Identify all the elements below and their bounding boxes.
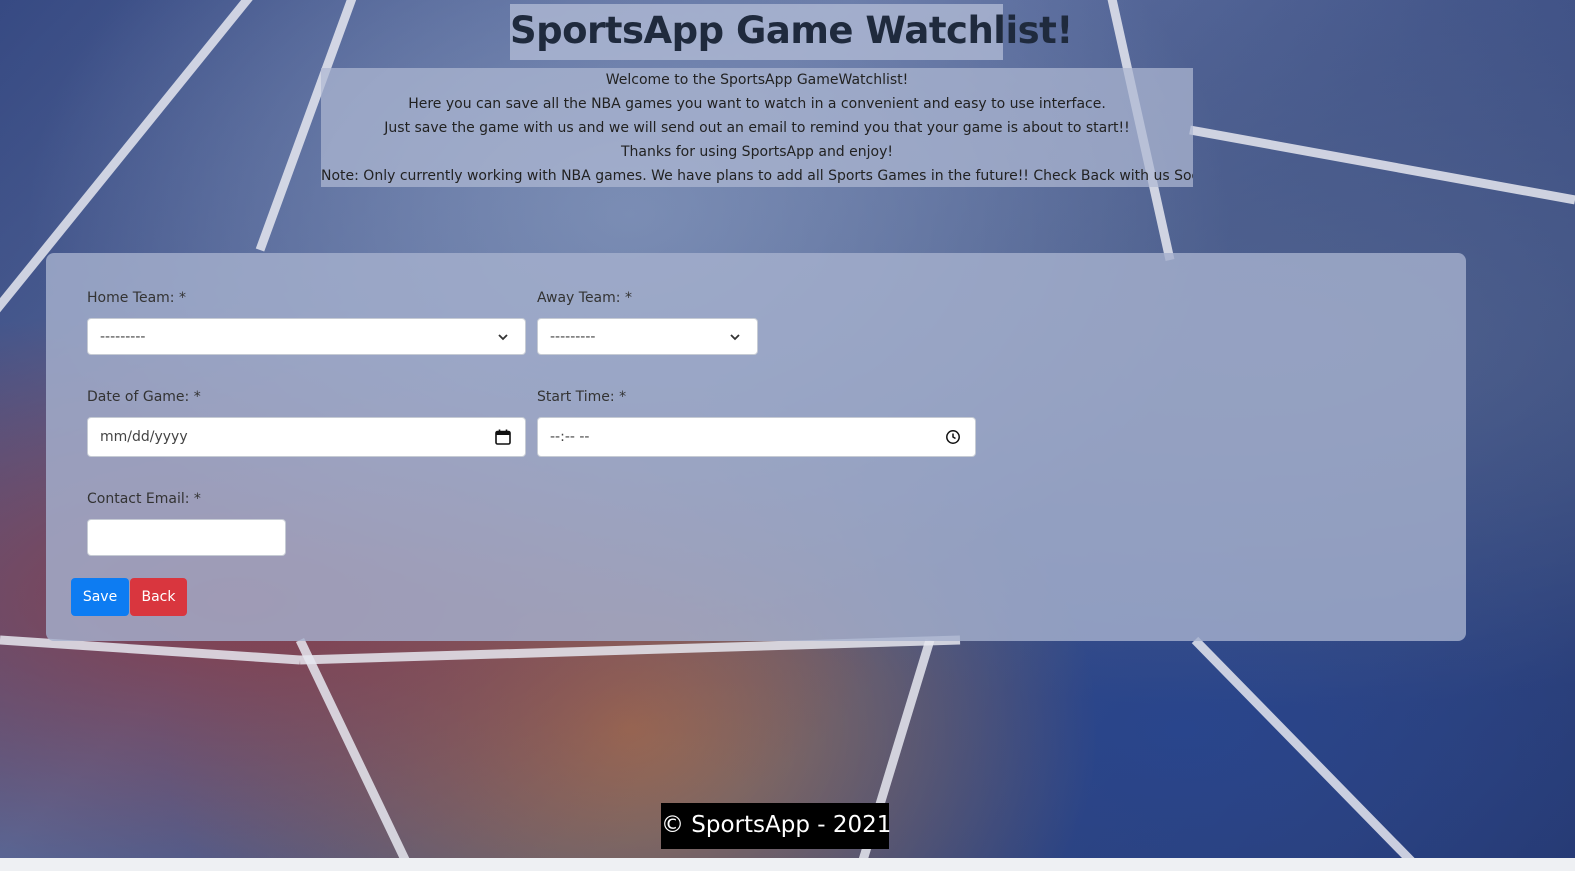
start-time-input[interactable]: --:-- -- [537,417,976,457]
contact-email-label: Contact Email: * [87,491,201,507]
back-button[interactable]: Back [130,578,187,616]
save-button[interactable]: Save [71,578,129,616]
chevron-down-icon [725,327,745,347]
home-team-value: --------- [100,328,146,345]
start-time-label: Start Time: * [537,389,627,405]
footer-copyright: © SportsApp - 2021 [661,803,891,849]
away-team-label: Away Team: * [537,290,632,306]
intro-line: Here you can save all the NBA games you … [408,96,1106,112]
date-placeholder: mm/dd/yyyy [100,429,188,445]
away-team-select[interactable]: --------- [537,318,758,355]
date-input[interactable]: mm/dd/yyyy [87,417,526,457]
calendar-icon[interactable] [493,427,513,447]
away-team-value: --------- [550,328,596,345]
intro-text-block: Welcome to the SportsApp GameWatchlist! … [321,68,1193,187]
home-team-select[interactable]: --------- [87,318,526,355]
chevron-down-icon [493,327,513,347]
clock-icon[interactable] [943,427,963,447]
intro-line: Thanks for using SportsApp and enjoy! [620,144,893,160]
date-label: Date of Game: * [87,389,201,405]
page-title: SportsApp Game Watchlist! [510,4,1073,60]
contact-email-input[interactable] [87,519,286,556]
intro-note: Note: Only currently working with NBA ga… [321,168,1193,184]
intro-line: Just save the game with us and we will s… [384,120,1130,136]
page-bottom-strip [0,858,1575,871]
start-time-placeholder: --:-- -- [550,429,590,445]
home-team-label: Home Team: * [87,290,186,306]
intro-line: Welcome to the SportsApp GameWatchlist! [605,72,909,88]
